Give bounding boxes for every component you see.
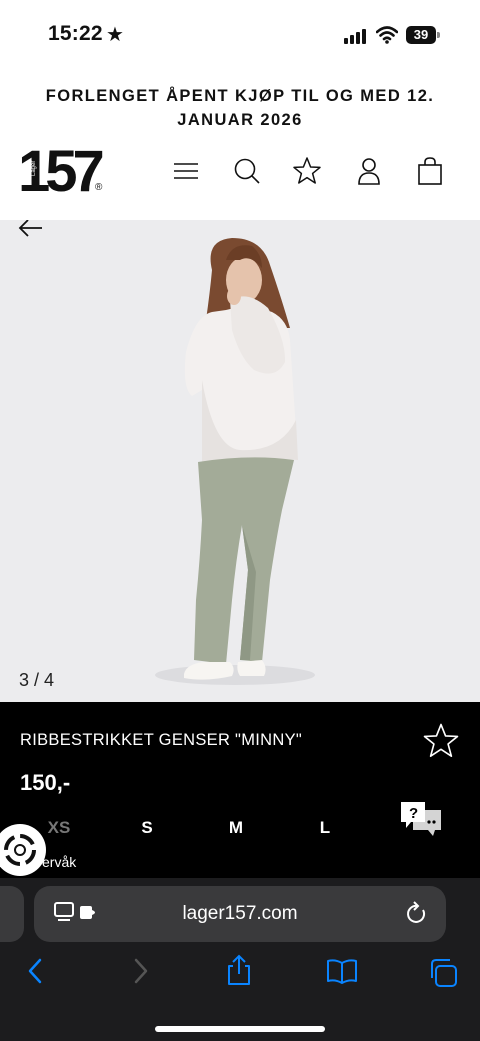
bag-icon[interactable] <box>415 156 445 186</box>
cellular-signal-icon <box>344 28 366 44</box>
size-option-s[interactable]: S <box>127 818 167 838</box>
home-indicator <box>155 1026 325 1032</box>
product-price: 150,- <box>20 770 71 795</box>
help-chat-icon[interactable]: ? <box>399 800 443 838</box>
status-star-icon: ★ <box>106 24 124 46</box>
battery-nub <box>437 32 440 38</box>
image-counter: 3 / 4 <box>19 670 55 690</box>
logo-registered: ® <box>95 182 103 193</box>
forward-icon[interactable] <box>130 958 150 984</box>
accessibility-widget-button[interactable] <box>0 824 46 876</box>
user-icon[interactable] <box>354 156 384 186</box>
favorite-star-icon[interactable] <box>422 722 460 760</box>
back-icon[interactable] <box>26 958 46 984</box>
address-bar[interactable]: lager157.com <box>34 886 446 942</box>
promo-banner: FORLENGET ÅPENT KJØP TIL OG MED 12. JANU… <box>0 84 480 132</box>
status-bar: 15:22 ★ 39 <box>0 0 480 70</box>
svg-text:?: ? <box>409 805 418 822</box>
star-icon[interactable] <box>292 156 322 186</box>
product-photo <box>155 238 315 685</box>
widget-label: ervåk <box>42 854 77 870</box>
product-info-panel: RIBBESTRIKKET GENSER "MINNY" 150,- XS S … <box>0 702 480 882</box>
battery-icon: 39 <box>406 26 436 44</box>
url-text: lager157.com <box>182 903 298 924</box>
logo-sub-text: Lager <box>31 160 37 176</box>
browser-toolbar: lager157.com <box>0 878 480 1041</box>
reload-icon[interactable] <box>406 901 428 925</box>
size-option-l[interactable]: L <box>305 818 345 838</box>
recycle-icon <box>4 834 36 866</box>
menu-icon[interactable] <box>171 156 201 186</box>
status-time: 15:22 <box>48 22 103 45</box>
wifi-icon <box>376 26 398 44</box>
promo-line-1: FORLENGET ÅPENT KJØP TIL OG MED 12. <box>45 87 435 105</box>
product-image-gallery[interactable]: 3 / 4 <box>0 220 480 702</box>
previous-tab-preview[interactable] <box>0 886 24 942</box>
size-option-m[interactable]: M <box>216 818 256 838</box>
share-icon[interactable] <box>226 954 252 986</box>
search-icon[interactable] <box>232 156 262 186</box>
site-header: 157 Lager ® <box>0 140 480 220</box>
bookmarks-icon[interactable] <box>326 958 358 984</box>
product-name: RIBBESTRIKKET GENSER "MINNY" <box>20 731 303 749</box>
tabs-icon[interactable] <box>428 958 458 988</box>
promo-line-2: JANUAR 2026 <box>177 111 303 129</box>
